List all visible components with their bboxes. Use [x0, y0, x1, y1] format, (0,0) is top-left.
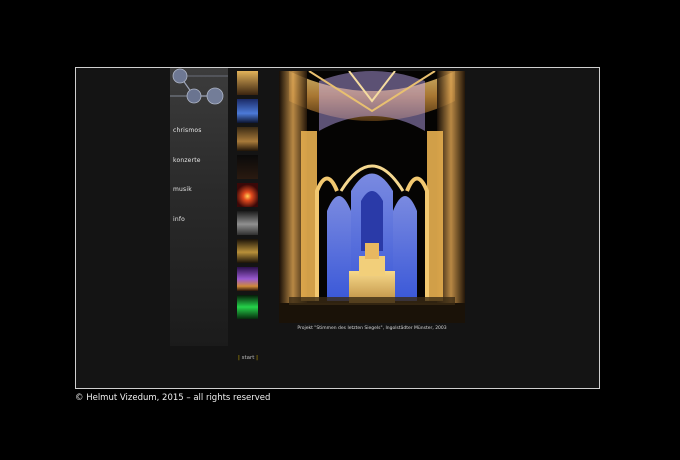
nav-item-info[interactable]: info	[173, 216, 185, 223]
thumbnail[interactable]	[237, 127, 258, 151]
start-label[interactable]: start	[242, 355, 255, 361]
nav-item-musik[interactable]: musik	[173, 186, 192, 193]
nav-item-konzerte[interactable]: konzerte	[173, 157, 201, 164]
thumbnail[interactable]	[237, 267, 258, 291]
divider: |	[256, 355, 259, 361]
thumbnail[interactable]	[237, 239, 258, 263]
thumbnail[interactable]	[237, 295, 258, 319]
thumbnail[interactable]	[237, 71, 258, 95]
logo-circles-icon	[170, 68, 228, 105]
nav-item-chrismos[interactable]: chrismos	[173, 127, 202, 134]
content-frame: chrismos konzerte musik info Projekt "St…	[75, 67, 600, 389]
thumbnail[interactable]	[237, 211, 258, 235]
start-link[interactable]: | start |	[238, 355, 258, 361]
divider: |	[238, 355, 240, 361]
main-photo	[279, 71, 465, 323]
photo-caption: Projekt "Stimmen des letzten Siegels", I…	[297, 326, 447, 331]
thumbnail[interactable]	[237, 183, 258, 207]
thumbnail[interactable]	[237, 99, 258, 123]
thumbnail-strip	[237, 71, 258, 327]
thumbnail[interactable]	[237, 155, 258, 179]
copyright-notice: © Helmut Vizedum, 2015 – all rights rese…	[75, 393, 271, 403]
church-interior-image	[279, 71, 465, 323]
sidebar: chrismos konzerte musik info	[170, 68, 228, 346]
